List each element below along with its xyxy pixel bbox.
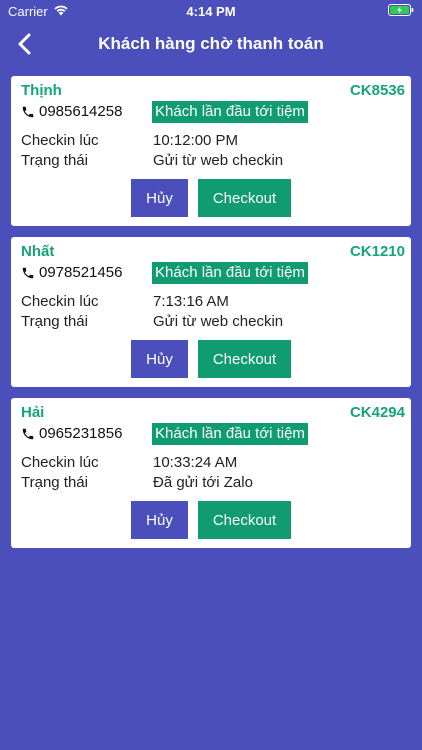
phone-number: 0965231856	[39, 425, 123, 442]
checkout-button[interactable]: Checkout	[198, 340, 291, 378]
status-time: 4:14 PM	[186, 4, 236, 19]
status-label: Trạng thái	[21, 474, 88, 491]
checkin-time: 10:12:00 PM	[153, 132, 239, 149]
page-title: Khách hàng chờ thanh toán	[98, 34, 324, 53]
customer-phone[interactable]: 0985614258	[21, 103, 122, 120]
phone-icon	[22, 267, 34, 278]
checkin-label: Checkin lúc	[21, 454, 99, 471]
status-label: Trạng thái	[21, 313, 88, 330]
customer-card: Hải CK4294 0965231856 Khách lần đầu tới …	[11, 398, 411, 548]
status-value: Gửi từ web checkin	[153, 152, 284, 169]
checkout-button[interactable]: Checkout	[198, 179, 291, 217]
nav-bar: Khách hàng chờ thanh toán	[0, 22, 422, 66]
checkin-label: Checkin lúc	[21, 132, 99, 149]
phone-icon	[22, 428, 34, 439]
status-value: Đã gửi tới Zalo	[153, 474, 253, 491]
customer-name: Thịnh	[21, 82, 62, 99]
customer-code: CK1210	[349, 243, 405, 260]
customer-card: Nhất CK1210 0978521456 Khách lần đầu tới…	[11, 237, 411, 387]
cancel-button[interactable]: Hủy	[131, 179, 188, 217]
first-visit-badge: Khách lần đầu tới tiệm	[152, 101, 308, 123]
cancel-button[interactable]: Hủy	[131, 501, 188, 539]
status-label: Trạng thái	[21, 152, 88, 169]
checkin-time: 10:33:24 AM	[153, 454, 238, 471]
phone-icon	[22, 106, 34, 117]
first-visit-badge: Khách lần đầu tới tiệm	[152, 262, 308, 284]
customer-code: CK4294	[349, 404, 405, 421]
checkin-label: Checkin lúc	[21, 293, 99, 310]
status-bar: Carrier 4:14 PM	[0, 0, 422, 22]
phone-number: 0985614258	[39, 103, 123, 120]
customer-card: Thịnh CK8536 0985614258 Khách lần đầu tớ…	[11, 76, 411, 226]
cancel-button[interactable]: Hủy	[131, 340, 188, 378]
customer-code: CK8536	[349, 82, 405, 99]
customer-name: Hải	[21, 404, 45, 421]
customer-list: Thịnh CK8536 0985614258 Khách lần đầu tớ…	[11, 76, 411, 559]
checkin-time: 7:13:16 AM	[153, 293, 229, 310]
battery-icon	[388, 4, 414, 19]
first-visit-badge: Khách lần đầu tới tiệm	[152, 423, 308, 445]
customer-phone[interactable]: 0978521456	[21, 264, 122, 281]
phone-number: 0978521456	[39, 264, 123, 281]
checkout-button[interactable]: Checkout	[198, 501, 291, 539]
customer-phone[interactable]: 0965231856	[21, 425, 122, 442]
customer-name: Nhất	[21, 243, 55, 260]
status-value: Gửi từ web checkin	[153, 313, 284, 330]
